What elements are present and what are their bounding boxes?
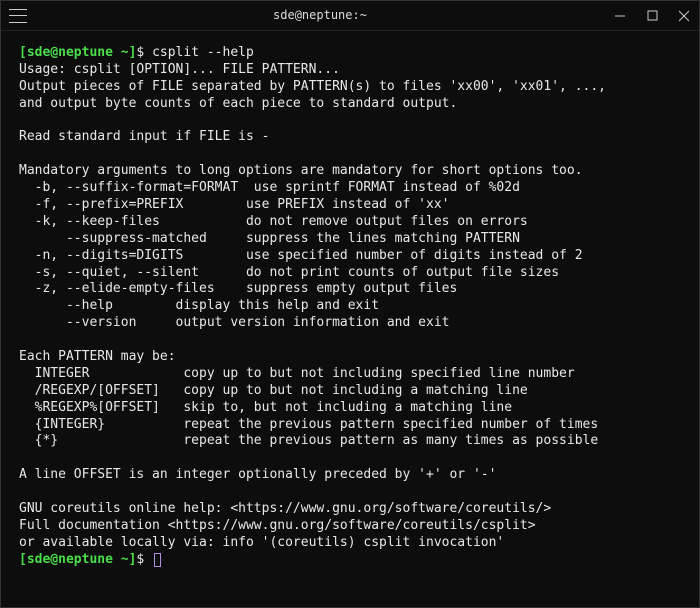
terminal-body[interactable]: [sde@neptune ~]$ csplit --helpUsage: csp… bbox=[1, 31, 699, 607]
output-line: {INTEGER} repeat the previous pattern sp… bbox=[19, 417, 681, 434]
output-line: Output pieces of FILE separated by PATTE… bbox=[19, 79, 681, 96]
output-line: %REGEXP%[OFFSET] skip to, but not includ… bbox=[19, 400, 681, 417]
window-title: sde@neptune:~ bbox=[27, 8, 613, 24]
output-line: Usage: csplit [OPTION]... FILE PATTERN..… bbox=[19, 62, 681, 79]
cursor bbox=[154, 553, 161, 567]
titlebar: sde@neptune:~ bbox=[1, 1, 699, 31]
output-line: --version output version information and… bbox=[19, 315, 681, 332]
output-line: Each PATTERN may be: bbox=[19, 349, 681, 366]
output-line: -k, --keep-files do not remove output fi… bbox=[19, 214, 681, 231]
output-line: or available locally via: info '(coreuti… bbox=[19, 535, 681, 552]
output-line: Mandatory arguments to long options are … bbox=[19, 163, 681, 180]
window-controls bbox=[613, 9, 691, 23]
output-line: -z, --elide-empty-files suppress empty o… bbox=[19, 281, 681, 298]
output-line: Full documentation <https://www.gnu.org/… bbox=[19, 518, 681, 535]
output-line bbox=[19, 484, 681, 501]
output-line: A line OFFSET is an integer optionally p… bbox=[19, 467, 681, 484]
output-line: --help display this help and exit bbox=[19, 298, 681, 315]
output-line: -b, --suffix-format=FORMAT use sprintf F… bbox=[19, 180, 681, 197]
output-line bbox=[19, 332, 681, 349]
command-text: csplit --help bbox=[152, 45, 254, 60]
output-line bbox=[19, 146, 681, 163]
output-line bbox=[19, 450, 681, 467]
prompt-user-host-2: [sde@neptune bbox=[19, 552, 113, 567]
prompt-path: ~] bbox=[121, 45, 137, 60]
output-line: --suppress-matched suppress the lines ma… bbox=[19, 231, 681, 248]
output-line: -s, --quiet, --silent do not print count… bbox=[19, 265, 681, 282]
prompt-user-host: [sde@neptune bbox=[19, 45, 113, 60]
output-line: and output byte counts of each piece to … bbox=[19, 96, 681, 113]
output-line: -f, --prefix=PREFIX use PREFIX instead o… bbox=[19, 197, 681, 214]
maximize-icon[interactable] bbox=[645, 9, 659, 23]
prompt-path-2: ~] bbox=[121, 552, 137, 567]
output-line: /REGEXP/[OFFSET] copy up to but not incl… bbox=[19, 383, 681, 400]
output-line: INTEGER copy up to but not including spe… bbox=[19, 366, 681, 383]
menu-icon[interactable] bbox=[9, 9, 27, 23]
output-line: {*} repeat the previous pattern as many … bbox=[19, 433, 681, 450]
minimize-icon[interactable] bbox=[613, 9, 627, 23]
terminal-window: sde@neptune:~ [sde@neptune ~]$ csplit --… bbox=[0, 0, 700, 608]
prompt-symbol-2: $ bbox=[136, 552, 144, 567]
close-icon[interactable] bbox=[677, 9, 691, 23]
output-line: GNU coreutils online help: <https://www.… bbox=[19, 501, 681, 518]
output-line: -n, --digits=DIGITS use specified number… bbox=[19, 248, 681, 265]
output-line bbox=[19, 113, 681, 130]
prompt-symbol: $ bbox=[136, 45, 144, 60]
output-line: Read standard input if FILE is - bbox=[19, 129, 681, 146]
